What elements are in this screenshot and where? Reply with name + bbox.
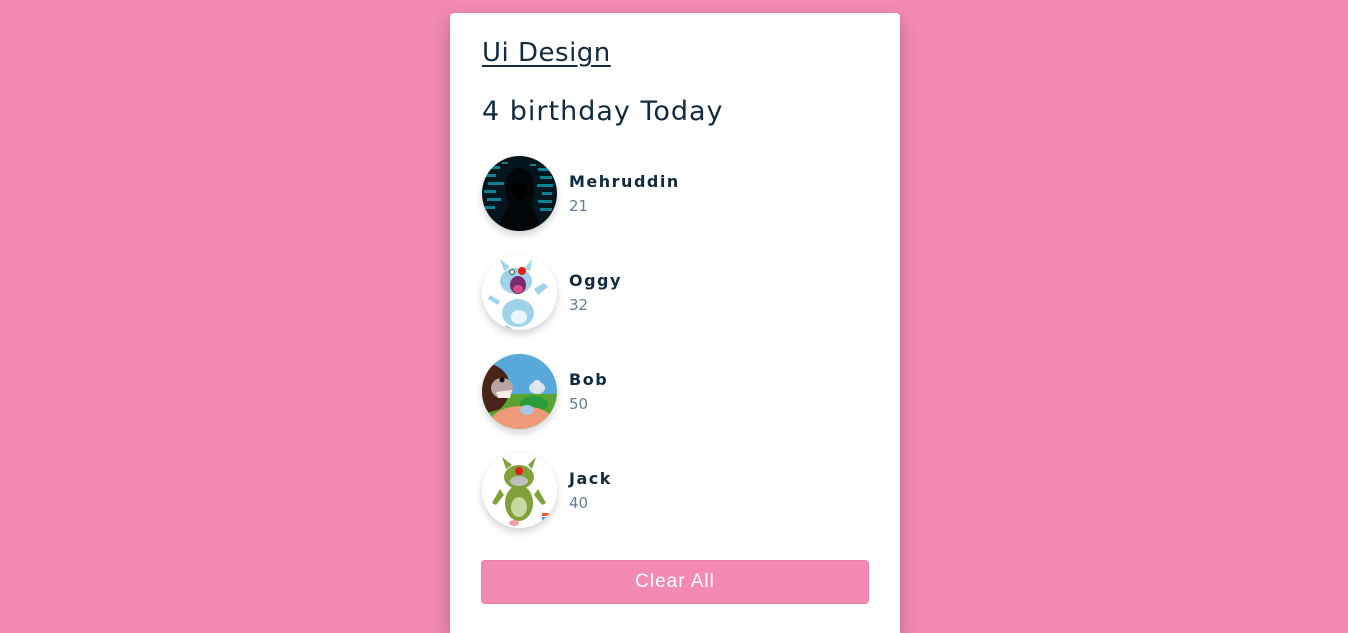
person-name: Mehruddin xyxy=(569,171,680,191)
list-item: Oggy 32 xyxy=(482,254,868,330)
person-age: 50 xyxy=(569,394,589,413)
list-item: Jack 40 xyxy=(482,452,868,528)
green-cat-avatar-icon xyxy=(482,452,557,528)
hacker-avatar-icon xyxy=(482,155,557,231)
people-list: Mehruddin 21 Oggy 32 Bob 50 Jack 40 xyxy=(482,155,868,528)
person-name: Jack xyxy=(569,468,612,488)
clear-all-button[interactable]: Clear All xyxy=(481,560,869,604)
list-item: Mehruddin 21 xyxy=(482,155,868,231)
person-age: 32 xyxy=(569,295,589,314)
list-item: Bob 50 xyxy=(482,353,868,429)
person-age: 40 xyxy=(569,493,589,512)
person-age: 21 xyxy=(569,196,589,215)
person-name: Oggy xyxy=(569,270,622,290)
person-name: Bob xyxy=(569,369,609,389)
page-title-link[interactable]: Ui Design xyxy=(482,37,611,69)
blue-cat-avatar-icon xyxy=(482,254,557,330)
bulldog-avatar-icon xyxy=(482,353,557,429)
birthday-count-heading: 4 birthday Today xyxy=(482,96,724,127)
birthday-card: Ui Design 4 birthday Today Mehruddin 21 … xyxy=(450,13,900,633)
